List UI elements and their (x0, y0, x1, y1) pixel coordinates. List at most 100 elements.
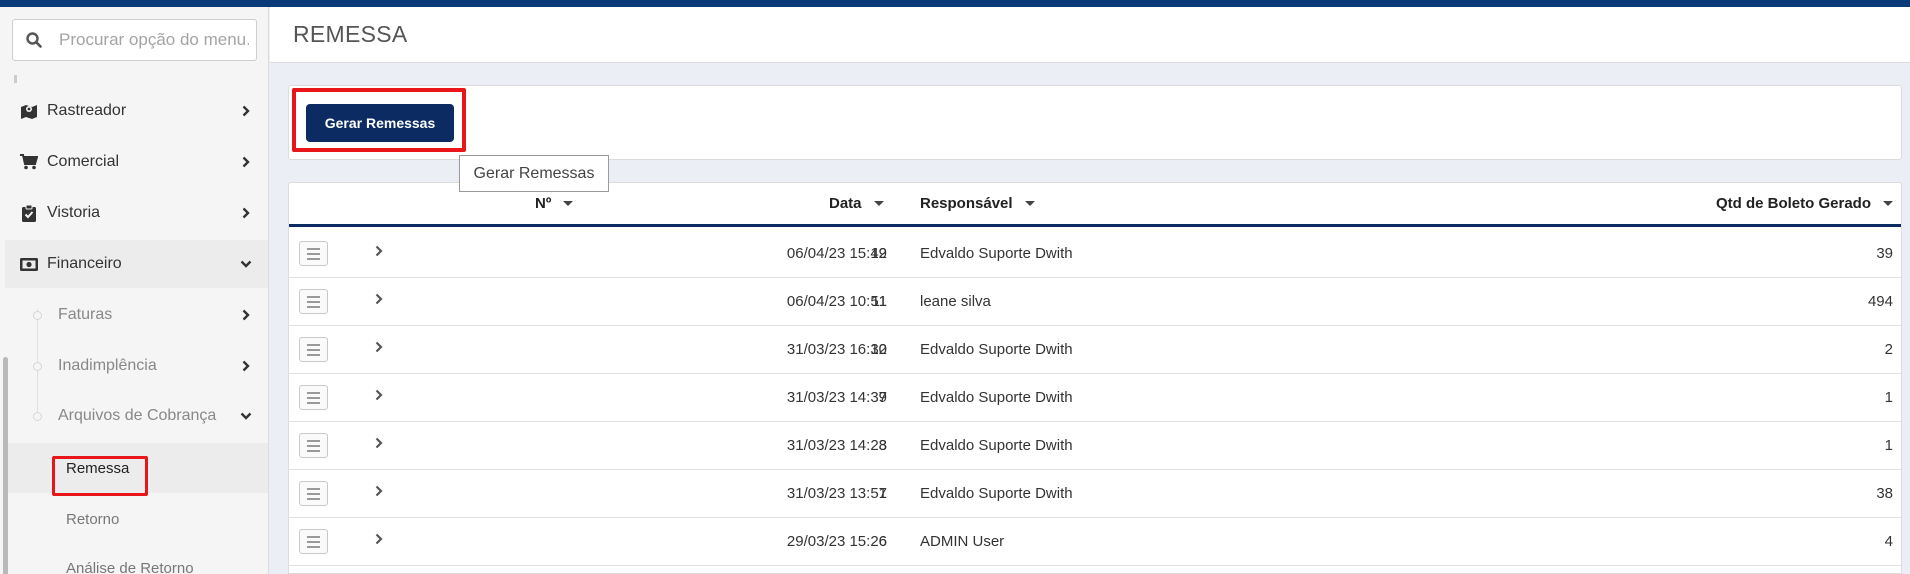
sidebar-item-inadimplencia[interactable]: Inadimplência (5, 343, 268, 389)
top-accent-bar (0, 0, 1910, 7)
row-menu-button[interactable] (299, 337, 328, 362)
column-header-label: Qtd de Boleto Gerado (1715, 195, 1871, 212)
map-marker-icon (19, 101, 39, 121)
row-menu-button[interactable] (299, 433, 328, 458)
chevron-right-icon[interactable] (372, 532, 386, 546)
cell-responsavel: Edvaldo Suporte Dwith (920, 389, 1073, 406)
page-title: REMESSA (293, 21, 408, 47)
remessa-highlight-box (52, 456, 148, 496)
chevron-down-icon (239, 409, 253, 423)
table-row: 12 06/04/23 15:49 Edvaldo Suporte Dwith … (289, 230, 1901, 278)
sidebar-item-rastreador[interactable]: Rastreador (5, 87, 268, 135)
sort-caret-icon (1883, 201, 1893, 206)
table-row: 6 29/03/23 15:26 ADMIN User 4 (289, 518, 1901, 566)
cell-date: 06/04/23 10:51 (786, 293, 887, 310)
sidebar-item-arquivos-de-cobranca[interactable]: Arquivos de Cobrança (5, 393, 268, 439)
cell-qtd: 4 (1884, 533, 1893, 550)
chevron-right-icon (239, 206, 253, 220)
sidebar: Rastreador Comercial Vistoria Financeiro… (0, 7, 269, 574)
column-header-date[interactable]: Data (829, 195, 884, 212)
tree-node-dot (33, 411, 42, 421)
money-bill-icon (19, 254, 39, 274)
page-header: REMESSA (270, 7, 1910, 63)
cell-responsavel: ADMIN User (920, 533, 1005, 550)
sidebar-item-label: Análise de Retorno (66, 559, 194, 574)
row-menu-button[interactable] (299, 529, 328, 554)
cell-qtd: 494 (1867, 293, 1893, 310)
remessa-table: Nº Data Responsável Qtd de Boleto Gerado… (288, 182, 1902, 574)
cell-date: 31/03/23 13:51 (786, 485, 887, 502)
sidebar-item-label: Comercial (47, 153, 120, 170)
clipboard-check-icon (19, 203, 39, 223)
cell-qtd: 1 (1884, 389, 1893, 406)
sidebar-item-retorno[interactable]: Retorno (5, 494, 268, 544)
chevron-right-icon[interactable] (372, 388, 386, 402)
chevron-right-icon[interactable] (372, 244, 386, 258)
sidebar-item-faturas[interactable]: Faturas (5, 292, 268, 338)
column-header-responsavel[interactable]: Responsável (920, 195, 1035, 212)
row-menu-button[interactable] (299, 241, 328, 266)
search-icon (26, 32, 42, 48)
row-menu-button[interactable] (299, 385, 328, 410)
chevron-right-icon[interactable] (372, 484, 386, 498)
sidebar-item-label: Retorno (66, 510, 120, 528)
row-menu-button[interactable] (299, 289, 328, 314)
sort-caret-icon (873, 201, 884, 206)
cell-responsavel: Edvaldo Suporte Dwith (920, 485, 1073, 502)
cell-qtd: 2 (1884, 341, 1893, 358)
sidebar-item-analise-de-retorno[interactable]: Análise de Retorno (5, 543, 268, 574)
table-row: 8 31/03/23 14:23 Edvaldo Suporte Dwith 1 (289, 422, 1901, 470)
sort-caret-icon (563, 201, 574, 206)
tree-node-dot (33, 361, 42, 371)
sidebar-divider (14, 75, 17, 83)
chevron-right-icon[interactable] (372, 292, 386, 306)
shopping-cart-icon (19, 152, 39, 172)
table-row: 11 06/04/23 10:51 leane silva 494 (289, 278, 1901, 326)
cell-responsavel: leane silva (920, 293, 991, 310)
sidebar-item-label: Vistoria (47, 204, 101, 221)
cell-date: 29/03/23 15:26 (786, 533, 887, 550)
sidebar-item-label: Rastreador (47, 102, 127, 119)
chevron-right-icon[interactable] (372, 436, 386, 450)
column-header-label: Data (829, 195, 862, 212)
sidebar-item-label: Financeiro (47, 255, 122, 272)
row-menu-button[interactable] (299, 481, 328, 506)
menu-search-input[interactable] (59, 26, 249, 54)
sort-caret-icon (1024, 201, 1035, 206)
sidebar-item-label: Faturas (58, 306, 113, 323)
tree-node-dot (33, 310, 42, 320)
button-highlight-box (292, 88, 466, 152)
column-header-label: Nº (535, 195, 552, 212)
cell-responsavel: Edvaldo Suporte Dwith (920, 437, 1073, 454)
cell-date: 06/04/23 15:49 (786, 245, 887, 262)
chevron-right-icon (239, 308, 253, 322)
cell-responsavel: Edvaldo Suporte Dwith (920, 245, 1073, 262)
column-header-label: Responsável (920, 195, 1013, 212)
sidebar-item-financeiro[interactable]: Financeiro (5, 240, 268, 288)
actions-card (288, 85, 1902, 160)
cell-qtd: 38 (1876, 485, 1893, 502)
menu-search-box[interactable] (12, 19, 257, 61)
column-header-qtd[interactable]: Qtd de Boleto Gerado (1716, 195, 1893, 212)
chevron-right-icon (239, 104, 253, 118)
column-header-num[interactable]: Nº (535, 195, 574, 212)
table-row: 10 31/03/23 16:32 Edvaldo Suporte Dwith … (289, 326, 1901, 374)
cell-responsavel: Edvaldo Suporte Dwith (920, 341, 1073, 358)
cell-qtd: 1 (1884, 437, 1893, 454)
sidebar-item-vistoria[interactable]: Vistoria (5, 189, 268, 237)
sidebar-item-label: Inadimplência (58, 357, 157, 374)
table-row: 7 31/03/23 13:51 Edvaldo Suporte Dwith 3… (289, 470, 1901, 518)
cell-date: 31/03/23 16:32 (786, 341, 887, 358)
cell-date: 31/03/23 14:23 (786, 437, 887, 454)
sidebar-scrollbar[interactable] (3, 357, 8, 574)
table-row: 9 31/03/23 14:37 Edvaldo Suporte Dwith 1 (289, 374, 1901, 422)
chevron-down-icon (239, 257, 253, 271)
chevron-right-icon[interactable] (372, 340, 386, 354)
tooltip: Gerar Remessas (459, 155, 609, 192)
chevron-right-icon (239, 155, 253, 169)
cell-date: 31/03/23 14:37 (786, 389, 887, 406)
chevron-right-icon (239, 359, 253, 373)
cell-qtd: 39 (1876, 245, 1893, 262)
sidebar-item-label: Arquivos de Cobrança (58, 407, 217, 424)
sidebar-item-comercial[interactable]: Comercial (5, 138, 268, 186)
